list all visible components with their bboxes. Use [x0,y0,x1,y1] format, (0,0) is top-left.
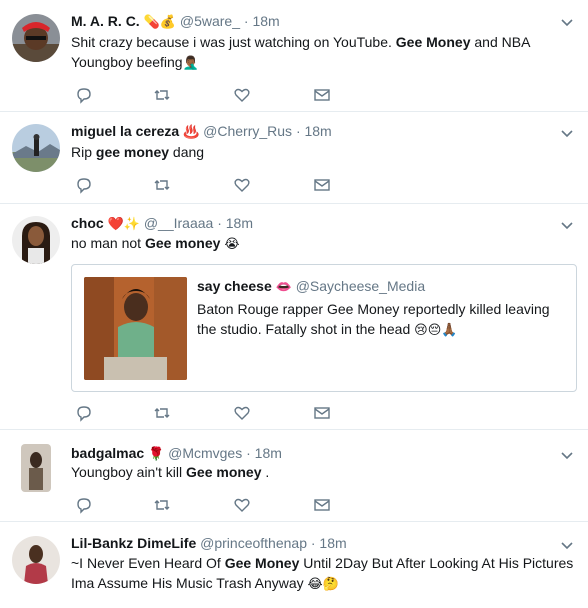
display-name[interactable]: miguel la cereza [71,123,179,139]
tweet-feed: M. A. R. C. 💊💰 @5ware_ · 18m Shit crazy … [0,0,588,608]
avatar[interactable] [12,124,60,172]
quoted-tweet-header: say cheese 👄 @Saycheese_Media [197,277,425,297]
tweet-actions [75,496,335,514]
tweet-text: Youngboy ain't kill Gee money . [71,464,270,480]
tweet[interactable]: choc ❤️✨ @__Iraaaa · 18m no man not Gee … [0,204,588,430]
retweet-icon[interactable] [153,404,171,422]
avatar[interactable] [12,14,60,62]
quoted-display-name[interactable]: say cheese [197,278,272,294]
tweet-text: ~I Never Even Heard Of Gee Money Until 2… [71,555,574,592]
tweet[interactable]: Lil-Bankz DimeLife @princeofthenap · 18m… [0,522,588,608]
avatar[interactable] [12,536,60,584]
heart-icon[interactable] [233,86,251,104]
envelope-icon[interactable] [313,404,331,422]
avatar[interactable] [12,216,60,264]
retweet-icon[interactable] [153,86,171,104]
tweet-text: no man not Gee money 😭 [71,235,240,252]
timestamp[interactable]: · 18m [217,215,253,231]
user-handle[interactable]: @5ware_ [180,13,240,29]
tweet-text: Rip gee money dang [71,144,205,160]
reply-icon[interactable] [75,404,93,422]
chevron-down-icon[interactable] [560,15,574,29]
chevron-down-icon[interactable] [560,218,574,232]
name-emoji: ❤️✨ [107,217,140,232]
user-handle[interactable]: @princeofthenap [200,535,307,551]
envelope-icon[interactable] [313,496,331,514]
tweet-header: badgalmac 🌹 @Mcmvges · 18m [71,444,282,464]
reply-icon[interactable] [75,496,93,514]
user-handle[interactable]: @__Iraaaa [144,215,213,231]
quoted-tweet-image[interactable] [84,277,187,380]
timestamp[interactable]: · 18m [246,445,282,461]
tweet-header: choc ❤️✨ @__Iraaaa · 18m [71,214,253,234]
heart-icon[interactable] [233,176,251,194]
chevron-down-icon[interactable] [560,538,574,552]
tweet-actions [75,176,335,194]
tweet[interactable]: badgalmac 🌹 @Mcmvges · 18m Youngboy ain'… [0,430,588,522]
timestamp[interactable]: · 18m [296,123,332,139]
tweet-text: Shit crazy because i was just watching o… [71,34,530,71]
display-name[interactable]: M. A. R. C. [71,13,140,29]
tweet[interactable]: M. A. R. C. 💊💰 @5ware_ · 18m Shit crazy … [0,0,588,112]
timestamp[interactable]: · 18m [244,13,280,29]
quoted-tweet[interactable]: say cheese 👄 @Saycheese_Media Baton Roug… [71,264,577,392]
heart-icon[interactable] [233,496,251,514]
reply-icon[interactable] [75,86,93,104]
tweet-header: M. A. R. C. 💊💰 @5ware_ · 18m [71,12,280,32]
quoted-text-emoji: 😢😔🙏🏾 [414,323,458,338]
tweet-header: Lil-Bankz DimeLife @princeofthenap · 18m [71,534,347,552]
envelope-icon[interactable] [313,176,331,194]
quoted-user-handle[interactable]: @Saycheese_Media [296,278,425,294]
display-name[interactable]: Lil-Bankz DimeLife [71,535,196,551]
text-emoji: 🤦🏾‍♂️ [182,56,199,71]
chevron-down-icon[interactable] [560,126,574,140]
name-emoji: 💊💰 [143,15,176,30]
heart-icon[interactable] [233,404,251,422]
name-emoji: ♨️ [183,125,200,140]
avatar[interactable] [21,444,51,492]
display-name[interactable]: choc [71,215,104,231]
chevron-down-icon[interactable] [560,448,574,462]
retweet-icon[interactable] [153,176,171,194]
timestamp[interactable]: · 18m [311,535,347,551]
text-emoji: 😂🤔 [307,577,339,592]
tweet-header: miguel la cereza ♨️ @Cherry_Rus · 18m [71,122,332,142]
tweet[interactable]: miguel la cereza ♨️ @Cherry_Rus · 18m Ri… [0,112,588,204]
user-handle[interactable]: @Cherry_Rus [203,123,292,139]
user-handle[interactable]: @Mcmvges [168,445,242,461]
display-name[interactable]: badgalmac [71,445,144,461]
quoted-name-emoji: 👄 [275,280,292,295]
tweet-actions [75,86,335,104]
envelope-icon[interactable] [313,86,331,104]
reply-icon[interactable] [75,176,93,194]
retweet-icon[interactable] [153,496,171,514]
quoted-tweet-text: Baton Rouge rapper Gee Money reportedly … [197,301,550,338]
tweet-actions [75,404,335,422]
text-emoji: 😭 [224,237,240,252]
name-emoji: 🌹 [148,447,165,462]
